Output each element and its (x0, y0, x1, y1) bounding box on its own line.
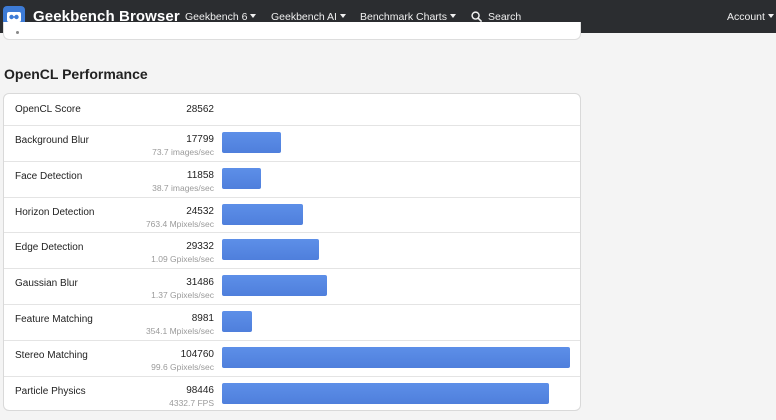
workload-row-background-blur: Background Blur 17799 73.7 images/sec (4, 126, 580, 162)
score-bar-horizon-detection (222, 203, 303, 225)
caret-down-icon (449, 13, 456, 18)
workload-throughput: 1.37 Gpixels/sec (151, 290, 214, 301)
workload-score: 31486 (186, 277, 214, 289)
workload-row-edge-detection: Edge Detection 29332 1.09 Gpixels/sec (4, 233, 580, 270)
workload-name: Horizon Detection (15, 206, 95, 218)
nav-account-menu[interactable]: Account (727, 0, 774, 33)
search-icon (471, 11, 482, 22)
opencl-performance-card: OpenCL Score 28562 Background Blur 17799 7… (3, 93, 581, 411)
workload-score: 24532 (186, 205, 214, 217)
workload-score: 11858 (186, 169, 214, 181)
workload-score: 17799 (186, 134, 214, 145)
workload-name: Edge Detection (15, 242, 84, 254)
workload-throughput: 1.09 Gpixels/sec (151, 254, 214, 265)
nav-geekbench6-label: Geekbench 6 (185, 10, 248, 23)
workload-row-gaussian-blur: Gaussian Blur 31486 1.37 Gpixels/sec (4, 269, 580, 305)
bullet-dot (16, 31, 19, 34)
workload-name: Feature Matching (15, 314, 93, 325)
workload-throughput: 763.4 Mpixels/sec (145, 218, 214, 229)
workload-score: 29332 (186, 241, 214, 253)
caret-down-icon (767, 13, 774, 18)
score-bar-edge-detection (222, 239, 319, 261)
workload-throughput: 354.1 Mpixels/sec (145, 326, 214, 336)
opencl-score-value: 28562 (186, 104, 214, 115)
workload-throughput: 73.7 images/sec (152, 147, 214, 157)
score-bar-particle-physics (222, 382, 549, 404)
workload-throughput: 38.7 images/sec (152, 182, 214, 193)
nav-account-label: Account (727, 10, 765, 23)
caret-down-icon (339, 13, 346, 18)
workload-score: 8981 (191, 313, 214, 324)
nav-geekbench-ai-label: Geekbench AI (271, 10, 337, 23)
workload-name: Particle Physics (15, 385, 86, 397)
workload-row-feature-matching: Feature Matching 8981 354.1 Mpixels/sec (4, 305, 580, 341)
opencl-score-label: OpenCL Score (15, 104, 81, 115)
score-bar-stereo-matching (222, 346, 570, 368)
score-bar-gaussian-blur (222, 275, 327, 297)
nav-benchmark-charts-label: Benchmark Charts (360, 10, 447, 23)
previous-section-card (3, 22, 581, 40)
workload-row-stereo-matching: Stereo Matching 104760 99.6 Gpixels/sec (4, 341, 580, 377)
score-bar-background-blur (222, 132, 281, 153)
workload-row-horizon-detection: Horizon Detection 24532 763.4 Mpixels/sec (4, 198, 580, 234)
workload-name: Gaussian Blur (15, 278, 78, 290)
workload-row-particle-physics: Particle Physics 98446 4332.7 FPS (4, 377, 580, 410)
score-bar-face-detection (222, 167, 261, 189)
workload-name: Stereo Matching (15, 349, 88, 361)
nav-search-label: Search (488, 10, 522, 23)
workload-name: Background Blur (15, 135, 89, 146)
section-title: OpenCL Performance (4, 66, 148, 82)
workload-score: 98446 (186, 384, 214, 396)
workload-throughput: 4332.7 FPS (169, 397, 214, 408)
workload-throughput: 99.6 Gpixels/sec (151, 361, 214, 372)
workload-score: 104760 (180, 348, 214, 360)
workload-row-face-detection: Face Detection 11858 38.7 images/sec (4, 162, 580, 198)
score-bar-feature-matching (222, 311, 252, 332)
caret-down-icon (250, 13, 257, 18)
opencl-score-row: OpenCL Score 28562 (4, 94, 580, 126)
workload-name: Face Detection (15, 170, 83, 182)
